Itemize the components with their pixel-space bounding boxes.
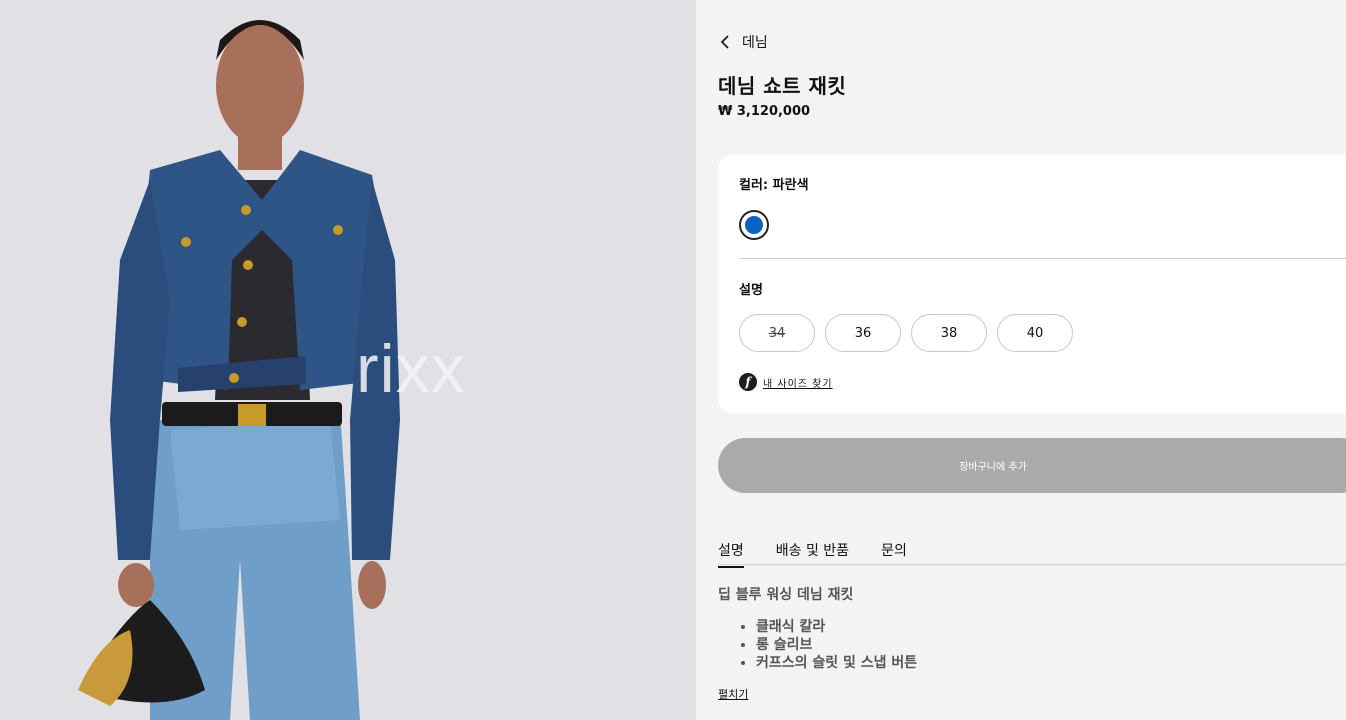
size-finder-link[interactable]: f 내 사이즈 찾기 [739,373,833,391]
size-button-40[interactable]: 40 [997,314,1073,352]
fit-finder-icon: f [739,373,757,391]
size-finder-label: 내 사이즈 찾기 [763,378,833,390]
color-swatch-blue[interactable] [739,210,769,240]
list-item: 커프스의 슬릿 및 스냅 버튼 [756,654,917,672]
back-link-label: 데님 [742,35,768,51]
size-options: 34 36 38 40 [739,314,1073,352]
list-item: 클래식 칼라 [756,618,917,636]
color-swatch-dot [745,216,763,234]
options-card: 컬러: 파란색 설명 34 36 38 40 f 내 사이즈 찾기 [718,154,1346,414]
size-label: 설명 [739,283,763,298]
tabs-divider [718,564,1346,565]
product-detail-panel: 데님 데님 쇼트 재킷 ₩ 3,120,000 컬러: 파란색 설명 34 36… [696,0,1346,720]
description-title: 딥 블루 워싱 데님 재킷 [718,587,854,603]
size-button-36[interactable]: 36 [825,314,901,352]
product-price: ₩ 3,120,000 [718,104,811,119]
product-title: 데님 쇼트 재킷 [718,74,847,98]
watermark-text: rixx [356,331,466,407]
product-image: rixx [0,0,696,720]
size-button-34[interactable]: 34 [739,314,815,352]
back-link[interactable]: 데님 [718,32,768,52]
expand-link[interactable]: 펼치기 [718,686,748,702]
add-to-cart-label: 장바구니에 추가 [959,462,1027,473]
list-item: 롱 슬리브 [756,636,917,654]
add-to-cart-button[interactable]: 장바구니에 추가 [718,438,1346,493]
size-button-38[interactable]: 38 [911,314,987,352]
color-label: 컬러: 파란색 [739,178,809,193]
description-list: 클래식 칼라 롱 슬리브 커프스의 슬릿 및 스냅 버튼 [736,618,917,672]
divider [739,258,1346,259]
chevron-left-icon [718,33,732,51]
model-photo [78,20,400,720]
